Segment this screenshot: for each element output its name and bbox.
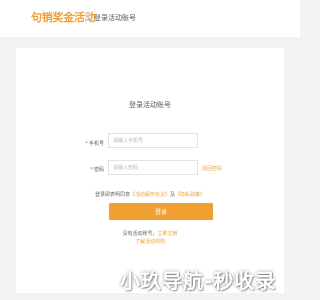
register-link[interactable]: 立即注册 xyxy=(158,231,178,237)
form-title: 登录活动账号 xyxy=(129,101,171,109)
forgot-password-link[interactable]: 找回密码 xyxy=(202,165,222,172)
phone-label: *手机号 xyxy=(64,140,104,147)
agreement-prefix: 登录即表明同意 xyxy=(94,192,130,198)
password-input[interactable] xyxy=(108,160,198,175)
privacy-policy-link[interactable]: 《隐私政策》 xyxy=(175,192,205,198)
phone-label-text: 手机号 xyxy=(88,141,104,147)
agreement-text: 登录即表明同意《活动服务协议》及《隐私政策》 xyxy=(16,191,284,198)
header-divider xyxy=(86,12,87,24)
header-subtitle: 登录活动账号 xyxy=(94,14,136,22)
password-label-text: 密码 xyxy=(93,167,104,173)
top-header: 句销奖金活动 登录活动账号 xyxy=(0,0,300,37)
login-button[interactable]: 登录 xyxy=(109,203,213,220)
register-prefix: 没有活动账号， xyxy=(122,231,158,237)
required-mark: * xyxy=(90,167,93,173)
password-label: *密码 xyxy=(64,166,104,173)
login-card: 登录活动账号 *手机号 *密码 找回密码 登录即表明同意《活动服务协议》及《隐私… xyxy=(16,48,284,293)
learn-more-link[interactable]: 了解活动规则 xyxy=(16,238,284,245)
required-mark: * xyxy=(85,141,88,147)
phone-input[interactable] xyxy=(108,133,198,148)
watermark: 小玖导航-秒收录 xyxy=(120,269,277,293)
register-text: 没有活动账号，立即注册 xyxy=(16,230,284,237)
service-agreement-link[interactable]: 《活动服务协议》 xyxy=(130,192,170,198)
